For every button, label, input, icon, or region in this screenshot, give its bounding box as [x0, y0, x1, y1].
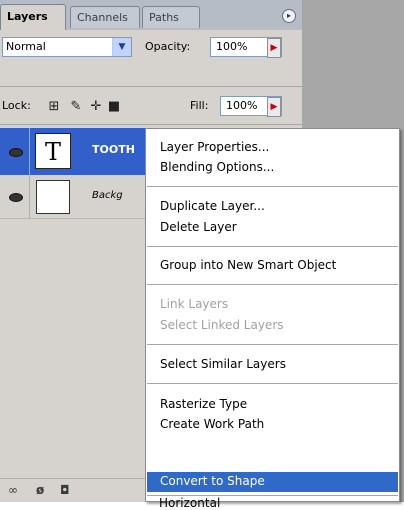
photoshop-layers-window: Layers Channels Paths ▸ Normal ▼ Opacity…	[0, 0, 404, 510]
lock-transparent-pixels-icon[interactable]: ⊞	[46, 99, 62, 115]
menu-separator	[147, 186, 398, 187]
opacity-value: 100%	[216, 40, 248, 53]
menu-item-horizontal[interactable]: Horizontal	[159, 496, 220, 510]
menu-item-select-linked-layers: Select Linked Layers	[160, 318, 284, 332]
opacity-arrow-icon[interactable]: ▶	[267, 38, 281, 58]
layer-context-menu: Layer Properties... Blending Options... …	[145, 128, 400, 502]
menu-separator	[147, 383, 398, 384]
panel-tab-bar: Layers Channels Paths ▸	[0, 0, 302, 30]
menu-item-rasterize-type[interactable]: Rasterize Type	[160, 397, 247, 411]
divider	[0, 124, 302, 125]
eye-icon	[9, 192, 23, 202]
menu-item-layer-properties[interactable]: Layer Properties...	[160, 140, 269, 154]
opacity-field[interactable]: 100% ▶	[210, 37, 282, 58]
visibility-toggle[interactable]	[0, 175, 30, 218]
tab-layers[interactable]: Layers	[0, 4, 66, 30]
panel-menu-icon[interactable]: ▸	[282, 9, 296, 23]
menu-item-create-work-path[interactable]: Create Work Path	[160, 417, 264, 431]
link-layers-icon[interactable]: ∞	[8, 483, 18, 497]
blend-mode-select[interactable]: Normal ▼	[2, 37, 132, 57]
menu-separator	[147, 246, 398, 247]
blend-mode-value: Normal	[6, 40, 46, 53]
menu-item-link-layers: Link Layers	[160, 297, 229, 311]
menu-separator	[147, 344, 398, 345]
add-layer-style-icon[interactable]: ø	[36, 483, 44, 497]
tab-paths[interactable]: Paths	[142, 6, 200, 28]
fill-field[interactable]: 100% ▶	[220, 96, 282, 117]
menu-separator	[147, 284, 398, 285]
menu-item-blending-options[interactable]: Blending Options...	[160, 160, 274, 174]
eye-icon	[9, 147, 23, 157]
lock-image-pixels-icon[interactable]: ✎	[68, 99, 84, 115]
divider	[0, 86, 302, 87]
chevron-down-icon: ▼	[112, 38, 131, 56]
fill-arrow-icon[interactable]: ▶	[267, 97, 281, 117]
layer-name[interactable]: Backg	[92, 190, 123, 201]
lock-label: Lock:	[2, 99, 31, 112]
menu-item-select-similar-layers[interactable]: Select Similar Layers	[160, 357, 286, 371]
layer-name[interactable]: TOOTH	[92, 143, 135, 156]
fill-value: 100%	[226, 99, 258, 112]
add-mask-icon[interactable]: ◘	[60, 483, 70, 497]
lock-position-icon[interactable]: ✛	[88, 99, 104, 115]
lock-all-icon[interactable]: ■	[106, 99, 122, 115]
tab-channels[interactable]: Channels	[70, 6, 140, 28]
menu-item-delete-layer[interactable]: Delete Layer	[160, 220, 237, 234]
opacity-label: Opacity:	[145, 40, 191, 53]
fill-label: Fill:	[190, 99, 209, 112]
menu-item-convert-to-shape[interactable]: Convert to Shape	[160, 474, 265, 488]
layer-thumbnail-background	[36, 180, 70, 214]
visibility-toggle[interactable]	[0, 128, 30, 175]
menu-item-group-smart-object[interactable]: Group into New Smart Object	[160, 258, 336, 272]
layer-thumbnail-type: T	[35, 133, 71, 169]
menu-item-duplicate-layer[interactable]: Duplicate Layer...	[160, 199, 265, 213]
